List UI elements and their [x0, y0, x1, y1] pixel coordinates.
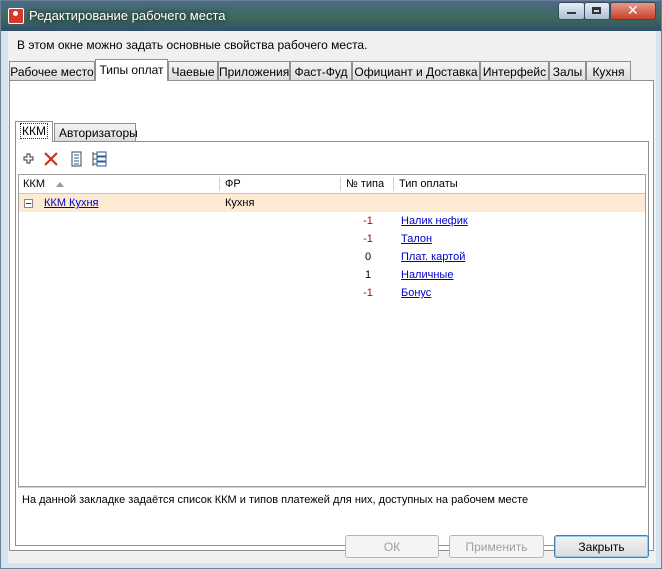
window-title: Редактирование рабочего места	[29, 8, 226, 23]
table-row[interactable]: -1 Налик нефик	[19, 212, 645, 230]
payment-type-link[interactable]: Талон	[401, 233, 432, 245]
sort-ascending-icon	[56, 182, 64, 187]
column-divider[interactable]	[340, 177, 341, 191]
payment-type-link[interactable]: Бонус	[401, 287, 431, 299]
table-row[interactable]: -1 Бонус	[19, 284, 645, 302]
payment-type-link[interactable]: Плат. картой	[401, 251, 465, 263]
apply-button[interactable]: Применить	[449, 535, 544, 558]
column-header-type-number[interactable]: № типа	[346, 178, 384, 190]
app-icon	[8, 8, 24, 24]
type-number: 1	[364, 269, 372, 281]
tab-kitchen[interactable]: Кухня	[586, 61, 631, 80]
subtab-kkm[interactable]: ККМ	[15, 121, 53, 142]
column-divider[interactable]	[219, 177, 220, 191]
close-icon: ✕	[627, 3, 639, 19]
minimize-icon	[567, 12, 576, 14]
hint-text: На данной закладке задаётся список ККМ и…	[18, 487, 646, 544]
add-icon[interactable]	[20, 150, 38, 168]
payment-type-link[interactable]: Наличные	[401, 269, 453, 281]
tab-panel-payment-types: ККМ Авторизаторы ККМ ФР № типа Тип оплат…	[9, 80, 654, 551]
tab-interface[interactable]: Интерфейс	[480, 61, 549, 80]
type-number: -1	[363, 215, 373, 227]
subtab-authorizers[interactable]: Авторизаторы	[54, 123, 138, 142]
ok-button[interactable]: ОК	[345, 535, 439, 558]
tab-tips[interactable]: Чаевые	[168, 61, 218, 80]
group-row-kkm[interactable]: ККМ Кухня Кухня	[19, 194, 645, 212]
tab-applications[interactable]: Приложения	[218, 61, 290, 80]
tab-waiter-delivery[interactable]: Официант и Доставка	[352, 61, 480, 80]
type-number: 0	[364, 251, 372, 263]
grid-header: ККМ ФР № типа Тип оплаты	[19, 175, 645, 194]
fr-name: Кухня	[225, 197, 255, 209]
minimize-button[interactable]	[558, 2, 585, 20]
kkm-link[interactable]: ККМ Кухня	[44, 197, 98, 209]
column-header-fr[interactable]: ФР	[225, 178, 241, 190]
dialog-description: В этом окне можно задать основные свойст…	[17, 38, 368, 52]
table-row[interactable]: -1 Талон	[19, 230, 645, 248]
type-number: -1	[363, 287, 373, 299]
column-header-payment-type[interactable]: Тип оплаты	[399, 178, 458, 190]
collapse-toggle-icon[interactable]	[24, 199, 33, 208]
table-row[interactable]: 0 Плат. картой	[19, 248, 645, 266]
collapse-icon[interactable]	[67, 150, 85, 168]
tab-payment-types[interactable]: Типы оплат	[95, 59, 168, 81]
subtab-kkm-label: ККМ	[20, 123, 48, 139]
window: Редактирование рабочего места ✕ В этом о…	[0, 0, 662, 569]
payment-type-link[interactable]: Налик нефик	[401, 215, 468, 227]
type-number: -1	[363, 233, 373, 245]
title-bar[interactable]: Редактирование рабочего места ✕	[1, 1, 661, 31]
kkm-panel: ККМ ФР № типа Тип оплаты ККМ Кухня Кухня	[15, 141, 649, 546]
tab-halls[interactable]: Залы	[549, 61, 586, 80]
expand-icon[interactable]	[90, 150, 108, 168]
table-row[interactable]: 1 Наличные	[19, 266, 645, 284]
close-button[interactable]: Закрыть	[554, 535, 649, 558]
close-window-button[interactable]: ✕	[610, 2, 656, 20]
maximize-button[interactable]	[584, 2, 610, 20]
column-header-kkm[interactable]: ККМ	[23, 178, 45, 190]
kkm-grid[interactable]: ККМ ФР № типа Тип оплаты ККМ Кухня Кухня	[18, 174, 646, 487]
tab-workplace[interactable]: Рабочее место	[9, 61, 95, 80]
tab-fast-food[interactable]: Фаст-Фуд	[290, 61, 352, 80]
delete-icon[interactable]	[42, 150, 60, 168]
dialog-body: В этом окне можно задать основные свойст…	[8, 31, 656, 563]
column-divider[interactable]	[393, 177, 394, 191]
maximize-icon	[592, 7, 601, 14]
